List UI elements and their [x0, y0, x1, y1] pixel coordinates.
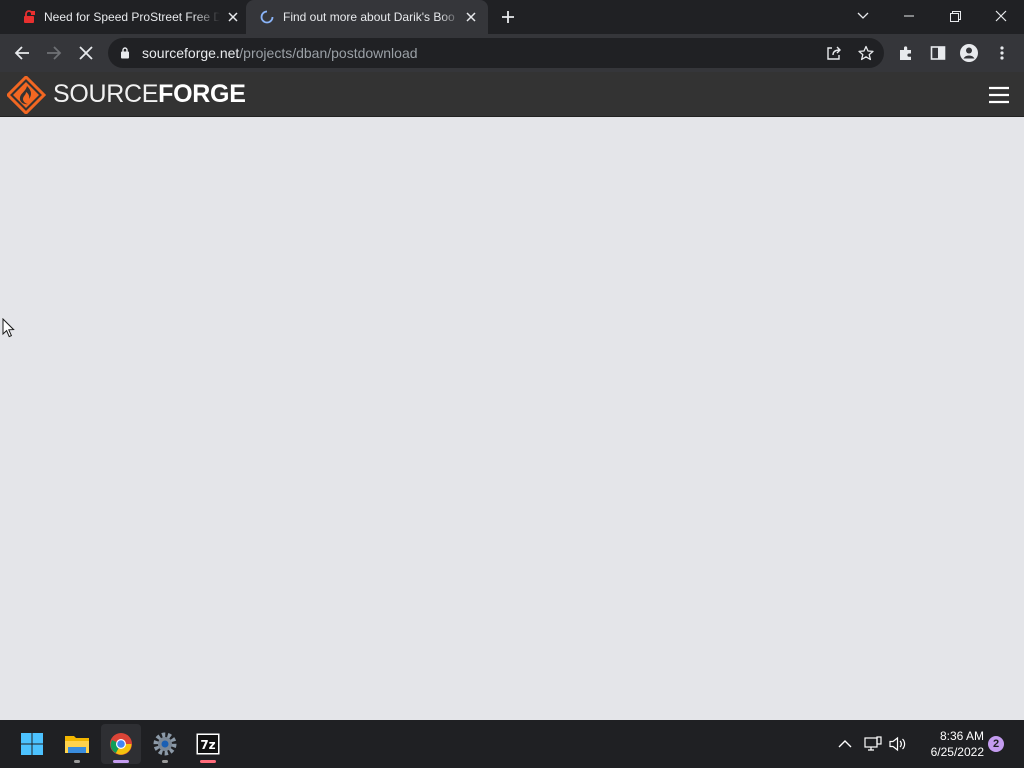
loading-spinner-icon	[260, 10, 274, 24]
address-bar[interactable]: sourceforge.net/projects/dban/postdownlo…	[108, 38, 884, 68]
windows-taskbar: 7z 8:36 AM 6/25/2022	[0, 720, 1024, 768]
chevron-up-icon[interactable]	[836, 735, 854, 753]
tab-dban[interactable]: Find out more about Darik's Boo	[246, 0, 488, 34]
url-host: sourceforge.net	[142, 45, 240, 61]
profile-avatar-icon[interactable]	[959, 43, 979, 63]
start-icon[interactable]	[12, 724, 52, 764]
tab-strip: Need for Speed ProStreet Free D Find out…	[0, 0, 1024, 34]
lock-icon[interactable]	[120, 46, 130, 64]
logo-forge-text: FORGE	[158, 80, 246, 108]
red-lock-icon	[22, 10, 36, 24]
sourceforge-header: SOURCEFORGE	[0, 72, 1024, 117]
bookmark-star-icon[interactable]	[858, 45, 874, 61]
stop-loading-icon[interactable]	[76, 43, 96, 63]
close-tab-icon[interactable]	[226, 10, 240, 24]
minimize-icon[interactable]	[886, 0, 932, 32]
page-content	[0, 118, 1024, 720]
file-explorer-icon[interactable]	[57, 724, 97, 764]
back-arrow-icon[interactable]	[12, 43, 32, 63]
side-panel-icon[interactable]	[928, 43, 948, 63]
7zip-label: 7z	[200, 738, 215, 752]
notification-badge[interactable]: 2	[988, 736, 1004, 752]
7zip-icon[interactable]: 7z	[188, 724, 228, 764]
tab-need-for-speed[interactable]: Need for Speed ProStreet Free D	[8, 0, 248, 34]
tab-title: Need for Speed ProStreet Free D	[44, 10, 220, 24]
mouse-cursor-icon	[2, 317, 16, 338]
share-icon[interactable]	[826, 45, 842, 61]
forward-arrow-icon[interactable]	[44, 43, 64, 63]
clock-time: 8:36 AM	[939, 729, 984, 743]
active-indicator	[200, 760, 216, 763]
chrome-menu-icon[interactable]	[992, 43, 1012, 63]
close-window-icon[interactable]	[978, 0, 1024, 32]
settings-icon[interactable]	[145, 724, 185, 764]
tab-title: Find out more about Darik's Boo	[283, 10, 455, 24]
network-icon[interactable]	[864, 735, 882, 753]
tab-search-chevron-down-icon[interactable]	[840, 0, 886, 32]
extensions-puzzle-icon[interactable]	[896, 43, 916, 63]
logo-source-text: SOURCE	[53, 80, 159, 108]
sourceforge-wordmark[interactable]: SOURCEFORGE	[53, 81, 246, 107]
system-clock[interactable]: 8:36 AM 6/25/2022	[912, 728, 984, 760]
chrome-icon[interactable]	[101, 724, 141, 764]
restore-icon[interactable]	[932, 0, 978, 32]
new-tab-icon[interactable]	[500, 9, 516, 25]
sourceforge-logo-icon[interactable]	[5, 74, 47, 116]
running-indicator	[162, 760, 168, 763]
url-text[interactable]: sourceforge.net/projects/dban/postdownlo…	[142, 46, 418, 60]
close-tab-icon[interactable]	[464, 10, 478, 24]
active-indicator	[113, 760, 129, 763]
running-indicator	[74, 760, 80, 763]
url-path: /projects/dban/postdownload	[239, 45, 418, 61]
volume-icon[interactable]	[889, 735, 907, 753]
hamburger-menu-icon[interactable]	[988, 86, 1010, 104]
browser-toolbar: sourceforge.net/projects/dban/postdownlo…	[0, 34, 1024, 72]
clock-date: 6/25/2022	[930, 745, 984, 759]
